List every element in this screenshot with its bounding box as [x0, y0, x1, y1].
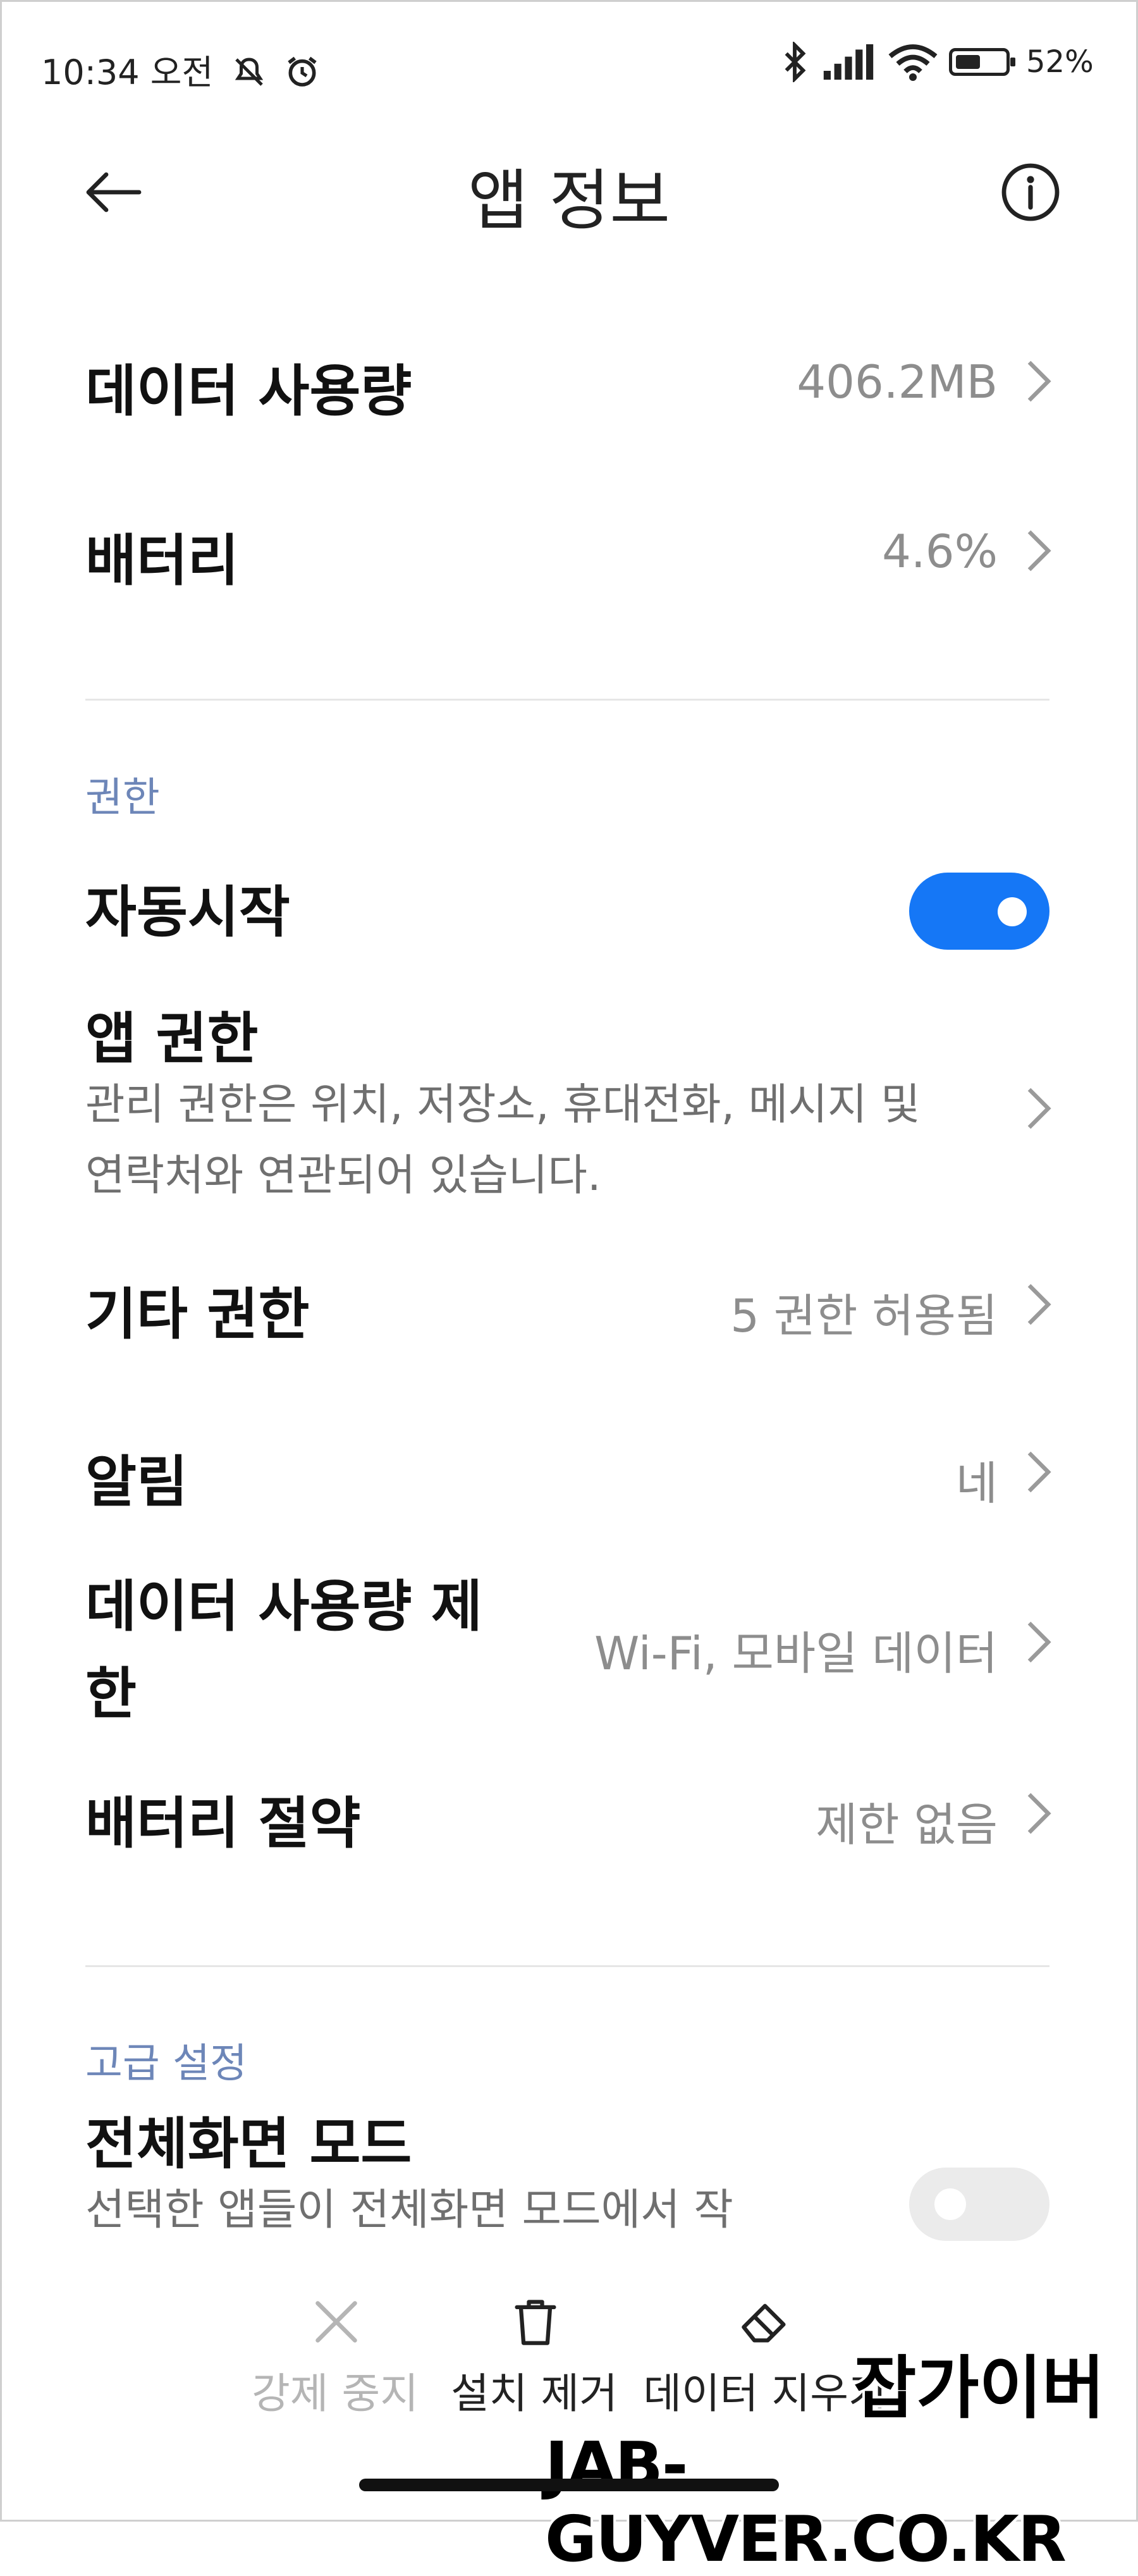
force-stop-label: 강제 중지 [252, 2369, 419, 2418]
battery-saver-row[interactable]: 배터리 절약 제한 없음 [0, 1774, 1138, 1862]
notifications-value: 네 [955, 1457, 998, 1510]
app-permissions-description-line1: 관리 권한은 위치, 저장소, 휴대전화, 메시지 및 [85, 1080, 921, 1130]
mute-notification-icon [235, 58, 264, 86]
divider [85, 699, 1049, 701]
watermark-english: JAB-GUYVER.CO.KR [545, 2428, 1067, 2576]
notifications-label: 알림 [85, 1449, 188, 1514]
data-usage-value: 406.2MB [797, 355, 998, 408]
status-time: 10:34 오전 [41, 44, 320, 94]
other-permissions-value: 5 권한 허용됨 [730, 1289, 998, 1342]
watermark-korean: 잡가이버 [854, 2349, 1105, 2428]
notifications-row[interactable]: 알림 네 [0, 1432, 1138, 1521]
battery-label: 배터리 [85, 528, 239, 593]
fullscreen-mode-description: 선택한 앱들이 전체화면 모드에서 작 [85, 2185, 733, 2235]
autostart-label: 자동시작 [85, 880, 290, 945]
fullscreen-mode-toggle[interactable] [909, 2168, 1049, 2241]
info-icon [1001, 163, 1060, 221]
section-title-advanced: 고급 설정 [85, 2040, 247, 2087]
home-indicator[interactable] [359, 2479, 779, 2491]
chevron-right-icon [1027, 1451, 1051, 1493]
data-limit-label-line2: 한 [85, 1661, 137, 1726]
eraser-icon [742, 2303, 786, 2343]
other-permissions-row[interactable]: 기타 권한 5 권한 허용됨 [0, 1265, 1138, 1353]
page-title: 앱 정보 [467, 162, 671, 239]
chevron-right-icon [1027, 1088, 1051, 1129]
chevron-right-icon [1027, 1621, 1051, 1663]
status-icons: 52% [781, 42, 1094, 82]
info-button[interactable] [999, 161, 1062, 224]
autostart-toggle[interactable] [909, 873, 1049, 950]
section-title-permissions: 권한 [85, 775, 160, 821]
alarm-icon [287, 56, 317, 87]
uninstall-button[interactable]: 설치 제거 [446, 2289, 623, 2418]
data-usage-label: 데이터 사용량 [85, 359, 412, 424]
signal-icon [823, 44, 874, 80]
battery-percent: 52% [1026, 44, 1094, 80]
wifi-icon [888, 44, 938, 81]
app-permissions-row[interactable]: 앱 권한 관리 권한은 위치, 저장소, 휴대전화, 메시지 및 연락처와 연관… [0, 993, 1138, 1220]
data-limit-label-line1: 데이터 사용량 제 [85, 1574, 482, 1639]
battery-saver-label: 배터리 절약 [85, 1791, 361, 1856]
app-permissions-description-line2: 연락처와 연관되어 있습니다. [85, 1151, 601, 1201]
toggle-knob [934, 2188, 966, 2220]
battery-row[interactable]: 배터리 4.6% [0, 511, 1138, 599]
force-stop-button[interactable]: 강제 중지 [247, 2289, 424, 2418]
data-limit-value: Wi-Fi, 모바일 데이터 [594, 1627, 998, 1680]
data-limit-row[interactable]: 데이터 사용량 제 한 Wi-Fi, 모바일 데이터 [0, 1562, 1138, 1733]
trash-icon [515, 2300, 556, 2345]
close-icon [315, 2301, 357, 2343]
data-usage-row[interactable]: 데이터 사용량 406.2MB [0, 341, 1138, 430]
bluetooth-icon [785, 42, 806, 82]
status-time-text: 10:34 오전 [41, 52, 214, 92]
battery-saver-value: 제한 없음 [816, 1798, 998, 1851]
other-permissions-label: 기타 권한 [85, 1282, 310, 1347]
battery-level-fill [956, 55, 980, 69]
uninstall-label: 설치 제거 [451, 2369, 618, 2418]
chevron-right-icon [1027, 530, 1051, 572]
battery-icon [949, 48, 1015, 76]
fullscreen-mode-label: 전체화면 모드 [85, 2111, 412, 2176]
battery-value: 4.6% [882, 525, 998, 578]
chevron-right-icon [1027, 1793, 1051, 1834]
divider [85, 1965, 1049, 1967]
app-permissions-label: 앱 권한 [85, 1006, 259, 1071]
toggle-knob [998, 897, 1027, 926]
chevron-right-icon [1027, 1284, 1051, 1325]
chevron-right-icon [1027, 360, 1051, 402]
